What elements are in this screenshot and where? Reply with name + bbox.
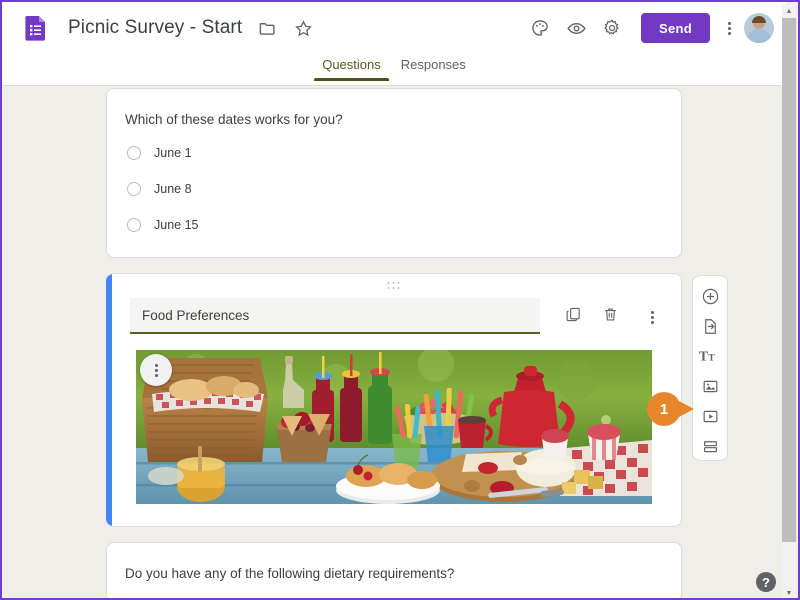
picnic-photo-image xyxy=(136,350,652,504)
callout-badge-1: 1 xyxy=(647,392,694,426)
add-image-icon[interactable] xyxy=(695,372,725,400)
question-text: Do you have any of the following dietary… xyxy=(125,566,455,581)
option-label: June 15 xyxy=(154,218,199,232)
selected-card-accent-bar xyxy=(106,274,112,526)
card-actions xyxy=(565,302,665,332)
more-vertical-icon[interactable] xyxy=(716,13,742,43)
option-row[interactable]: June 1 xyxy=(127,146,192,160)
browser-window: Picnic Survey - Start Send Questions Res… xyxy=(0,0,800,600)
add-title-icon[interactable]: T T xyxy=(695,342,725,370)
import-questions-icon[interactable] xyxy=(695,312,725,340)
form-canvas: Which of these dates works for you? June… xyxy=(2,87,786,598)
folder-icon[interactable] xyxy=(256,17,278,39)
option-row[interactable]: June 15 xyxy=(127,218,198,232)
google-forms-icon xyxy=(24,15,48,41)
drag-dots-icon[interactable] xyxy=(387,282,400,290)
option-label: June 8 xyxy=(154,182,192,196)
tab-questions[interactable]: Questions xyxy=(312,54,391,81)
option-row[interactable]: June 8 xyxy=(127,182,192,196)
palette-icon[interactable] xyxy=(525,13,555,43)
add-video-icon[interactable] xyxy=(695,402,725,430)
question-card-dietary[interactable]: Do you have any of the following dietary… xyxy=(106,542,682,598)
add-section-icon[interactable] xyxy=(695,432,725,460)
vertical-scrollbar[interactable]: ▲ ▼ xyxy=(782,4,796,598)
tab-bar: Questions Responses xyxy=(2,54,786,86)
radio-icon[interactable] xyxy=(127,218,141,232)
option-label: June 1 xyxy=(154,146,192,160)
title-input[interactable]: Food Preferences xyxy=(130,298,540,334)
duplicate-icon[interactable] xyxy=(565,306,582,328)
question-card-food-preferences[interactable]: Food Preferences xyxy=(106,273,682,527)
scroll-down-arrow[interactable]: ▼ xyxy=(782,586,796,598)
star-icon[interactable] xyxy=(292,17,314,39)
question-text: Which of these dates works for you? xyxy=(125,112,343,127)
top-app-bar: Picnic Survey - Start Send xyxy=(2,2,786,54)
avatar[interactable] xyxy=(744,13,774,43)
picnic-photo[interactable] xyxy=(136,350,652,504)
send-button[interactable]: Send xyxy=(641,13,710,43)
add-question-icon[interactable] xyxy=(695,282,725,310)
scroll-up-arrow[interactable]: ▲ xyxy=(782,4,796,18)
radio-icon[interactable] xyxy=(127,146,141,160)
question-card-dates[interactable]: Which of these dates works for you? June… xyxy=(106,88,682,258)
svg-text:T: T xyxy=(699,349,708,364)
eye-icon[interactable] xyxy=(561,13,591,43)
more-vertical-icon[interactable] xyxy=(639,302,665,332)
help-button[interactable]: ? xyxy=(756,572,776,592)
image-options-button[interactable] xyxy=(140,354,172,386)
document-title[interactable]: Picnic Survey - Start xyxy=(68,17,242,39)
tab-responses[interactable]: Responses xyxy=(391,54,476,81)
gear-icon[interactable] xyxy=(597,13,627,43)
radio-icon[interactable] xyxy=(127,182,141,196)
scrollbar-thumb[interactable] xyxy=(782,18,796,542)
svg-text:T: T xyxy=(708,354,715,364)
question-insert-toolbar: T T xyxy=(692,275,728,461)
trash-icon[interactable] xyxy=(602,306,619,328)
